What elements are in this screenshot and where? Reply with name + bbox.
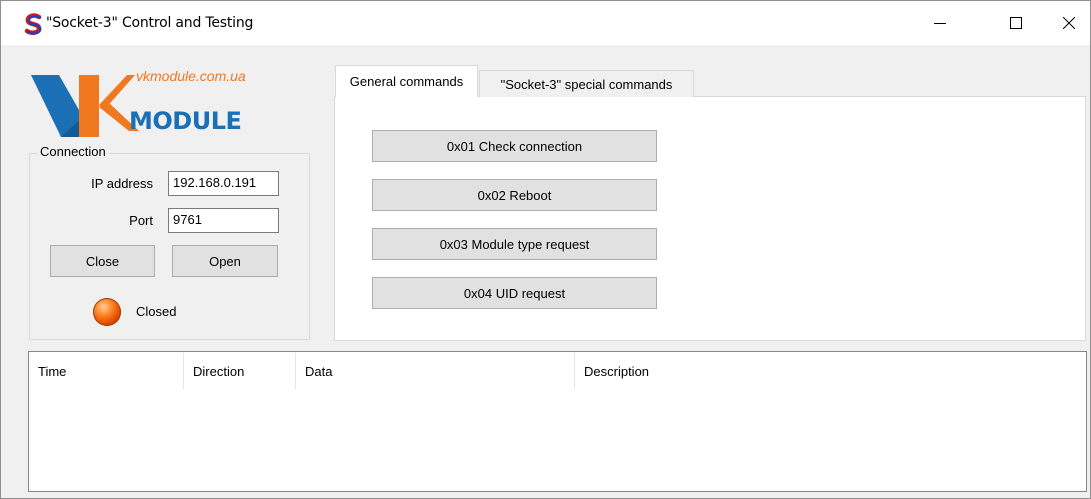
tab-general-commands[interactable]: General commands (335, 65, 478, 97)
close-connection-button[interactable]: Close (50, 245, 155, 277)
module-type-request-button[interactable]: 0x03 Module type request (372, 228, 657, 260)
reboot-button[interactable]: 0x02 Reboot (372, 179, 657, 211)
port-input[interactable]: 9761 (168, 208, 279, 233)
logo-brand-text: MODULE (129, 107, 241, 135)
column-header-direction[interactable]: Direction (184, 353, 296, 389)
connection-status: Closed (136, 304, 177, 319)
socket-app-icon (24, 13, 42, 35)
tab-special-commands[interactable]: "Socket-3" special commands (479, 70, 694, 97)
logo-url: vkmodule.com.ua (136, 68, 246, 84)
ip-address-input[interactable]: 192.168.0.191 (168, 171, 279, 196)
title-bar[interactable]: "Socket-3" Control and Testing (1, 1, 1090, 45)
port-label: Port (129, 213, 153, 228)
uid-request-button[interactable]: 0x04 UID request (372, 277, 657, 309)
check-connection-button[interactable]: 0x01 Check connection (372, 130, 657, 162)
open-connection-button[interactable]: Open (172, 245, 278, 277)
maximize-icon (1010, 17, 1022, 29)
ip-address-label: IP address (91, 176, 153, 191)
minimize-button[interactable] (917, 1, 963, 45)
window-title: "Socket-3" Control and Testing (46, 15, 254, 31)
column-header-description[interactable]: Description (575, 353, 775, 389)
column-header-time[interactable]: Time (29, 353, 184, 389)
status-led-icon (93, 298, 121, 326)
close-icon (1063, 17, 1075, 29)
maximize-button[interactable] (993, 1, 1039, 45)
minimize-icon (934, 23, 946, 24)
column-header-data[interactable]: Data (296, 353, 575, 389)
close-window-button[interactable] (1046, 1, 1091, 45)
connection-group-label: Connection (37, 144, 109, 159)
app-window: "Socket-3" Control and Testing MODULE vk… (0, 0, 1091, 499)
